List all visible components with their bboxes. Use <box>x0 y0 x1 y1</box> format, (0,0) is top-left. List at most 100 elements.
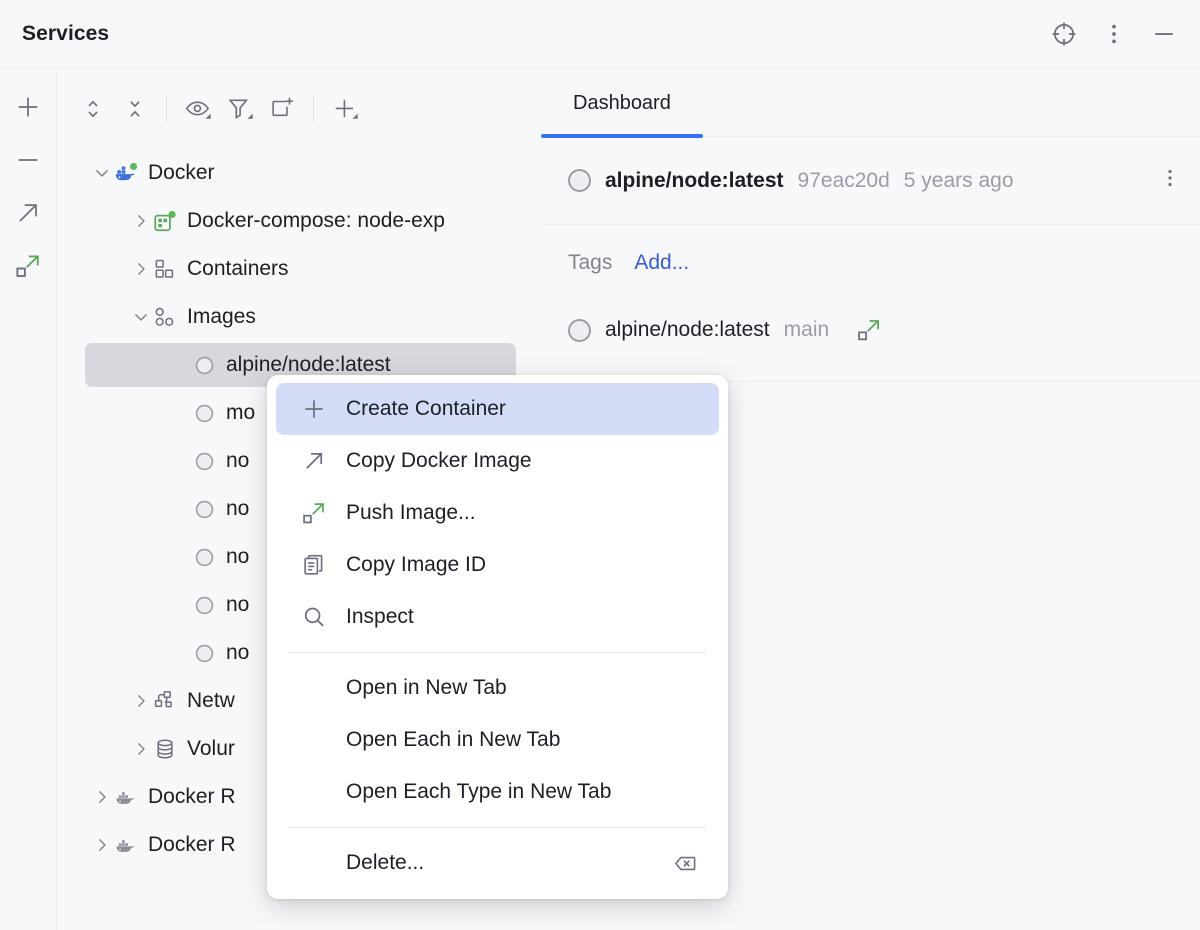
menu-item-icon-placeholder <box>300 674 328 702</box>
push-image-icon[interactable] <box>855 316 883 344</box>
more-vertical-icon[interactable] <box>1096 16 1132 52</box>
menu-item[interactable]: Copy Docker Image <box>276 435 719 487</box>
menu-separator <box>289 652 706 653</box>
tag-name: alpine/node:latest <box>605 318 770 342</box>
tree-row-label: no <box>226 449 249 473</box>
chevron-right-icon[interactable] <box>91 834 113 856</box>
menu-item-icon-placeholder <box>300 726 328 754</box>
image-circle-icon <box>568 169 591 192</box>
image-circle-icon <box>191 400 217 426</box>
minimize-icon[interactable] <box>1146 16 1182 52</box>
chevron-none-icon[interactable] <box>169 354 191 376</box>
copy-docker-image-icon <box>300 447 328 475</box>
tree-row-label: Docker <box>148 161 215 185</box>
tree-row[interactable]: Docker-compose: node-exp <box>58 197 540 245</box>
volumes-icon <box>152 736 178 762</box>
title-bar-actions <box>1046 16 1182 52</box>
chevron-none-icon[interactable] <box>169 450 191 472</box>
menu-item-label: Copy Image ID <box>346 553 486 577</box>
remove-icon[interactable] <box>10 143 46 176</box>
tab-label: Dashboard <box>573 92 671 115</box>
inspect-search-icon <box>300 603 328 631</box>
menu-item[interactable]: Open in New Tab <box>276 662 719 714</box>
tree-row-label: Docker R <box>148 785 236 809</box>
tag-registry: main <box>784 318 830 342</box>
chevron-none-icon[interactable] <box>169 594 191 616</box>
containers-icon <box>152 256 178 282</box>
tree-row-label: Docker-compose: node-exp <box>187 209 445 233</box>
menu-item-icon-placeholder <box>300 849 328 877</box>
menu-item-label: Open Each Type in New Tab <box>346 780 611 804</box>
expand-all-icon[interactable] <box>74 90 112 128</box>
image-circle-icon <box>191 448 217 474</box>
tree-row-label: Volur <box>187 737 235 761</box>
menu-item-label: Open in New Tab <box>346 676 507 700</box>
chevron-right-icon[interactable] <box>130 210 152 232</box>
tab-dashboard[interactable]: Dashboard <box>541 69 703 137</box>
menu-item[interactable]: Copy Image ID <box>276 539 719 591</box>
image-context-menu[interactable]: Create Container Copy Docker Image Push Im… <box>267 375 728 899</box>
menu-item[interactable]: Open Each in New Tab <box>276 714 719 766</box>
copy-docker-image-icon[interactable] <box>10 196 46 229</box>
image-circle-icon <box>191 592 217 618</box>
tags-add-link[interactable]: Add... <box>634 251 689 275</box>
chevron-none-icon[interactable] <box>169 546 191 568</box>
chevron-down-icon[interactable] <box>91 162 113 184</box>
menu-item[interactable]: Inspect <box>276 591 719 643</box>
image-circle-icon <box>191 640 217 666</box>
image-circle-icon <box>191 496 217 522</box>
docker-registry-icon <box>113 784 139 810</box>
chevron-none-icon[interactable] <box>169 642 191 664</box>
images-icon <box>152 304 178 330</box>
docker-registry-icon <box>113 832 139 858</box>
left-action-rail <box>0 69 57 930</box>
target-icon[interactable] <box>1046 16 1082 52</box>
chevron-right-icon[interactable] <box>130 738 152 760</box>
open-in-new-tab-icon[interactable] <box>263 90 301 128</box>
filter-icon[interactable] <box>221 90 259 128</box>
chevron-none-icon[interactable] <box>169 402 191 424</box>
tree-row[interactable]: Containers <box>58 245 540 293</box>
copy-image-id-icon <box>300 551 328 579</box>
tree-row-label: no <box>226 641 249 665</box>
menu-item-label: Delete... <box>346 851 424 875</box>
menu-item-label: Push Image... <box>346 501 476 525</box>
menu-item[interactable]: Create Container <box>276 383 719 435</box>
image-circle-icon <box>191 544 217 570</box>
tree-row-label: mo <box>226 401 255 425</box>
chevron-right-icon[interactable] <box>130 258 152 280</box>
delete-key-icon <box>672 850 699 877</box>
chevron-none-icon[interactable] <box>169 498 191 520</box>
menu-item[interactable]: Delete... <box>276 837 719 889</box>
image-more-icon[interactable] <box>1158 166 1182 195</box>
menu-item[interactable]: Open Each Type in New Tab <box>276 766 719 818</box>
image-name: alpine/node:latest <box>605 169 784 193</box>
menu-item[interactable]: Push Image... <box>276 487 719 539</box>
chevron-right-icon[interactable] <box>91 786 113 808</box>
tree-row-label: no <box>226 593 249 617</box>
menu-item-label: Create Container <box>346 397 506 421</box>
menu-separator <box>289 827 706 828</box>
menu-item-icon-placeholder <box>300 778 328 806</box>
docker-whale-running-icon <box>113 160 139 186</box>
add-service-icon[interactable] <box>326 90 364 128</box>
image-circle-icon <box>191 352 217 378</box>
chevron-down-icon[interactable] <box>130 306 152 328</box>
toolbar-divider <box>166 96 167 122</box>
services-tool-window: Services <box>0 0 1200 930</box>
tree-row-label: no <box>226 497 249 521</box>
tree-toolbar <box>58 69 540 149</box>
title-bar: Services <box>0 0 1200 68</box>
tree-row[interactable]: Docker <box>58 149 540 197</box>
chevron-right-icon[interactable] <box>130 690 152 712</box>
tree-row[interactable]: Images <box>58 293 540 341</box>
collapse-all-icon[interactable] <box>116 90 154 128</box>
tag-row[interactable]: alpine/node:latest main <box>541 301 1200 359</box>
push-image-icon[interactable] <box>10 249 46 282</box>
menu-item-label: Open Each in New Tab <box>346 728 560 752</box>
page-title: Services <box>22 22 109 46</box>
view-options-icon[interactable] <box>179 90 217 128</box>
add-icon[interactable] <box>10 90 46 123</box>
image-age: 5 years ago <box>904 169 1014 193</box>
tree-row-label: Docker R <box>148 833 236 857</box>
